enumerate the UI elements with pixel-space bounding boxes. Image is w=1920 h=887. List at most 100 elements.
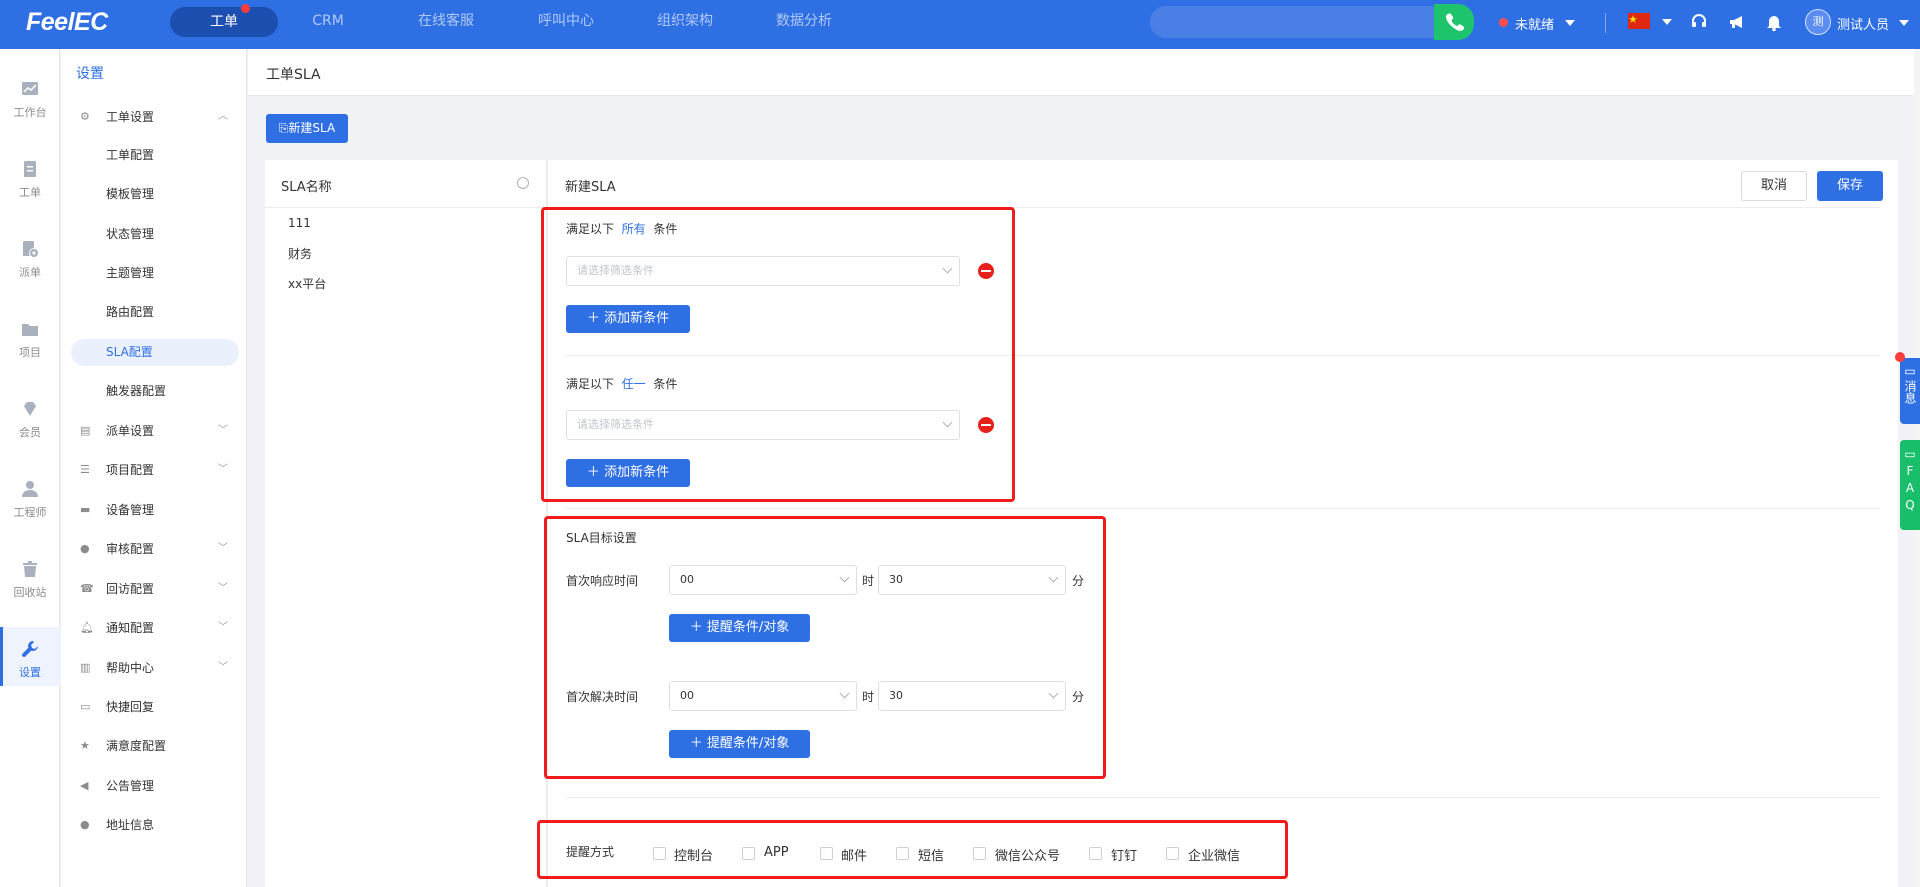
chevron-down-icon: ﹀ xyxy=(218,583,228,594)
sla-list-panel xyxy=(265,160,547,887)
nav-tab-analytics[interactable]: 数据分析 xyxy=(762,0,846,49)
rail-label: 项目 xyxy=(19,346,41,359)
menu-dispatch-settings[interactable]: ▤ 派单设置 ﹀ xyxy=(78,418,242,444)
menu-label: 路由配置 xyxy=(106,305,155,319)
message-label: 消息 xyxy=(1903,380,1917,404)
menu-notification[interactable]: 🔔︎ 通知配置 ﹀ xyxy=(78,615,242,641)
megaphone-icon: ◀ xyxy=(80,779,89,792)
phone-button[interactable] xyxy=(1434,4,1474,40)
headset-icon[interactable] xyxy=(1689,12,1709,35)
message-tab[interactable]: ▭ 消息 xyxy=(1900,358,1920,424)
user-chevron-down-icon[interactable] xyxy=(1899,20,1909,26)
notification-dot xyxy=(1895,352,1905,362)
gear-icon: ⚙ xyxy=(80,110,90,123)
rail-item-ticket[interactable]: 工单 xyxy=(0,146,60,216)
agent-status[interactable]: 未就绪 xyxy=(1515,14,1554,33)
rail-item-dashboard[interactable]: 工作台 xyxy=(0,66,60,136)
rail-label: 会员 xyxy=(19,426,41,439)
nav-tab-call-center[interactable]: 呼叫中心 xyxy=(524,0,608,49)
cancel-button[interactable]: 取消 xyxy=(1741,171,1807,201)
rail-item-dispatch[interactable]: 派单 xyxy=(0,226,60,296)
list-item[interactable]: 111 xyxy=(288,216,311,230)
menu-satisfaction[interactable]: ★ 满意度配置 xyxy=(78,733,242,759)
faq-tab[interactable]: ▭ FAQ xyxy=(1900,440,1920,530)
sidebar-item-status[interactable]: 状态管理 xyxy=(78,221,242,247)
divider xyxy=(566,797,1880,798)
nav-tab-online-service[interactable]: 在线客服 xyxy=(404,0,488,49)
divider xyxy=(265,207,547,208)
highlight-box-conditions xyxy=(541,207,1015,502)
menu-help-center[interactable]: ▥ 帮助中心 ﹀ xyxy=(78,655,242,681)
sidebar-item-ticket-config[interactable]: 工单配置 xyxy=(78,142,242,168)
nav-tab-ticket[interactable]: 工单 xyxy=(170,7,278,37)
rail-item-member[interactable]: 会员 xyxy=(0,386,60,456)
menu-project-config[interactable]: ☰ 项目配置 ﹀ xyxy=(78,457,242,483)
divider xyxy=(1605,13,1606,33)
page-header xyxy=(248,49,1920,96)
rail-label: 设置 xyxy=(19,666,41,679)
menu-address[interactable]: ● 地址信息 xyxy=(78,812,242,838)
status-chevron-down-icon[interactable] xyxy=(1565,20,1575,26)
chat-icon: ▭ xyxy=(80,700,91,713)
nav-tab-crm[interactable]: CRM xyxy=(290,0,366,49)
sidebar-item-routing[interactable]: 路由配置 xyxy=(78,299,242,325)
sidebar-item-trigger[interactable]: 触发器配置 xyxy=(78,378,242,404)
menu-device[interactable]: ▬ 设备管理 xyxy=(78,497,242,523)
location-pin-icon: ● xyxy=(80,818,90,831)
menu-revisit[interactable]: ☎ 回访配置 ﹀ xyxy=(78,576,242,602)
wrench-icon xyxy=(22,641,38,657)
list-item[interactable]: 财务 xyxy=(288,245,312,262)
folder-icon xyxy=(22,324,38,336)
menu-announcement[interactable]: ◀ 公告管理 xyxy=(78,773,242,799)
list-item[interactable]: xx平台 xyxy=(288,275,326,292)
list-icon: ☰ xyxy=(80,463,90,476)
sidebar-item-sla[interactable]: SLA配置 xyxy=(78,339,242,365)
megaphone-icon[interactable] xyxy=(1727,12,1747,35)
menu-label: 状态管理 xyxy=(106,227,155,241)
form-title: 新建SLA xyxy=(565,180,616,195)
menu-label: 派单设置 xyxy=(106,424,155,438)
menu-quick-reply[interactable]: ▭ 快捷回复 xyxy=(78,694,242,720)
menu-ticket-settings[interactable]: ⚙ 工单设置 ︿ xyxy=(78,104,242,130)
user-name[interactable]: 测试人员 xyxy=(1837,14,1889,33)
person-icon: ● xyxy=(80,542,90,555)
dial-input[interactable] xyxy=(1150,6,1436,38)
language-chevron-down-icon[interactable] xyxy=(1662,19,1672,25)
rail-label: 派单 xyxy=(19,266,41,279)
star-icon: ★ xyxy=(80,739,90,752)
rail-item-project[interactable]: 项目 xyxy=(0,306,60,376)
highlight-box-target xyxy=(544,516,1106,779)
chevron-down-icon: ﹀ xyxy=(218,464,228,475)
new-sla-button[interactable]: ⎘新建SLA xyxy=(266,114,348,143)
avatar[interactable]: 测 xyxy=(1805,9,1831,35)
chat-icon: ▭ xyxy=(1904,364,1916,378)
chevron-down-icon: ﹀ xyxy=(218,543,228,554)
nav-tab-org[interactable]: 组织架构 xyxy=(643,0,727,49)
rail-label: 回收站 xyxy=(13,586,47,599)
china-flag-icon[interactable] xyxy=(1628,13,1650,29)
menu-label: 回访配置 xyxy=(106,582,155,596)
bell-icon[interactable] xyxy=(1764,12,1784,35)
sidebar-item-topic[interactable]: 主题管理 xyxy=(78,260,242,286)
dispatch-icon xyxy=(23,241,39,258)
chevron-up-icon: ︿ xyxy=(218,111,228,122)
save-button[interactable]: 保存 xyxy=(1817,171,1883,201)
diamond-icon xyxy=(24,402,36,416)
menu-label: 快捷回复 xyxy=(106,700,155,714)
menu-label: 审核配置 xyxy=(106,542,155,556)
book-icon: ▥ xyxy=(80,661,91,674)
rail-item-engineer[interactable]: 工程师 xyxy=(0,466,60,536)
notification-dot xyxy=(241,4,250,13)
list-icon: ▤ xyxy=(80,424,91,437)
chevron-down-icon: ﹀ xyxy=(218,425,228,436)
sidebar-item-template[interactable]: 模板管理 xyxy=(78,181,242,207)
list-header: SLA名称 xyxy=(281,180,332,195)
faq-label: FAQ xyxy=(1905,464,1915,512)
search-icon[interactable] xyxy=(517,177,529,189)
rail-item-recycle-bin[interactable]: 回收站 xyxy=(0,546,60,616)
menu-label: 公告管理 xyxy=(106,779,155,793)
menu-audit[interactable]: ● 审核配置 ﹀ xyxy=(78,536,242,562)
status-dot xyxy=(1499,18,1508,27)
rail-item-settings[interactable]: 设置 xyxy=(0,626,60,696)
menu-label: 模板管理 xyxy=(106,187,155,201)
